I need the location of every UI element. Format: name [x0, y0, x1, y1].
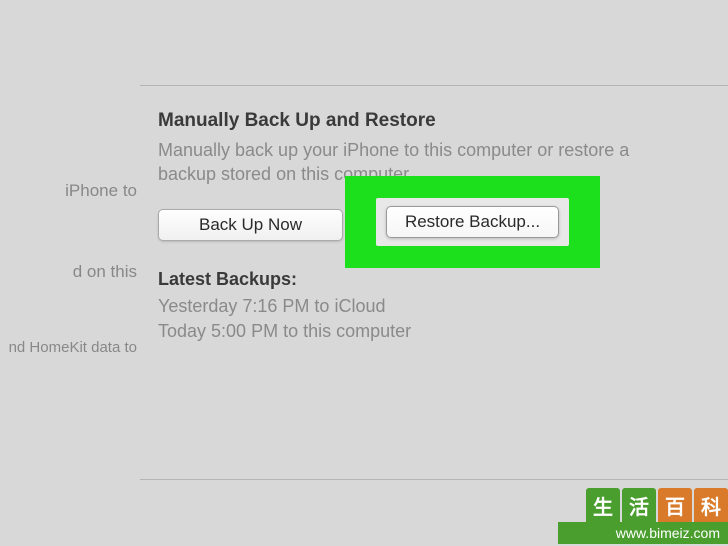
latest-backups-title: Latest Backups:: [158, 269, 688, 290]
watermark-char-2: 活: [622, 488, 656, 522]
latest-backups-section: Latest Backups: Yesterday 7:16 PM to iCl…: [158, 269, 688, 344]
watermark-char-1: 生: [586, 488, 620, 522]
watermark-char-3: 百: [658, 488, 692, 522]
sidebar-text-fragment-3: nd HomeKit data to: [9, 339, 137, 356]
watermark-url: www.bimeiz.com: [558, 522, 728, 544]
restore-backup-button[interactable]: Restore Backup...: [386, 206, 559, 238]
watermark-logo: 生 活 百 科: [558, 486, 728, 522]
section-title: Manually Back Up and Restore: [158, 110, 688, 132]
latest-backup-line-2: Today 5:00 PM to this computer: [158, 319, 688, 344]
watermark-char-4: 科: [694, 488, 728, 522]
latest-backup-line-1: Yesterday 7:16 PM to iCloud: [158, 294, 688, 319]
highlight-inner: Restore Backup...: [376, 198, 569, 246]
sidebar-text-fragment-1: iPhone to: [65, 181, 137, 201]
highlight-annotation: Restore Backup...: [345, 176, 600, 268]
watermark: 生 活 百 科 www.bimeiz.com: [558, 486, 728, 546]
sidebar-text-fragment-2: d on this: [73, 262, 137, 282]
backup-now-button[interactable]: Back Up Now: [158, 209, 343, 241]
left-sidebar: iPhone to d on this nd HomeKit data to: [0, 0, 140, 546]
